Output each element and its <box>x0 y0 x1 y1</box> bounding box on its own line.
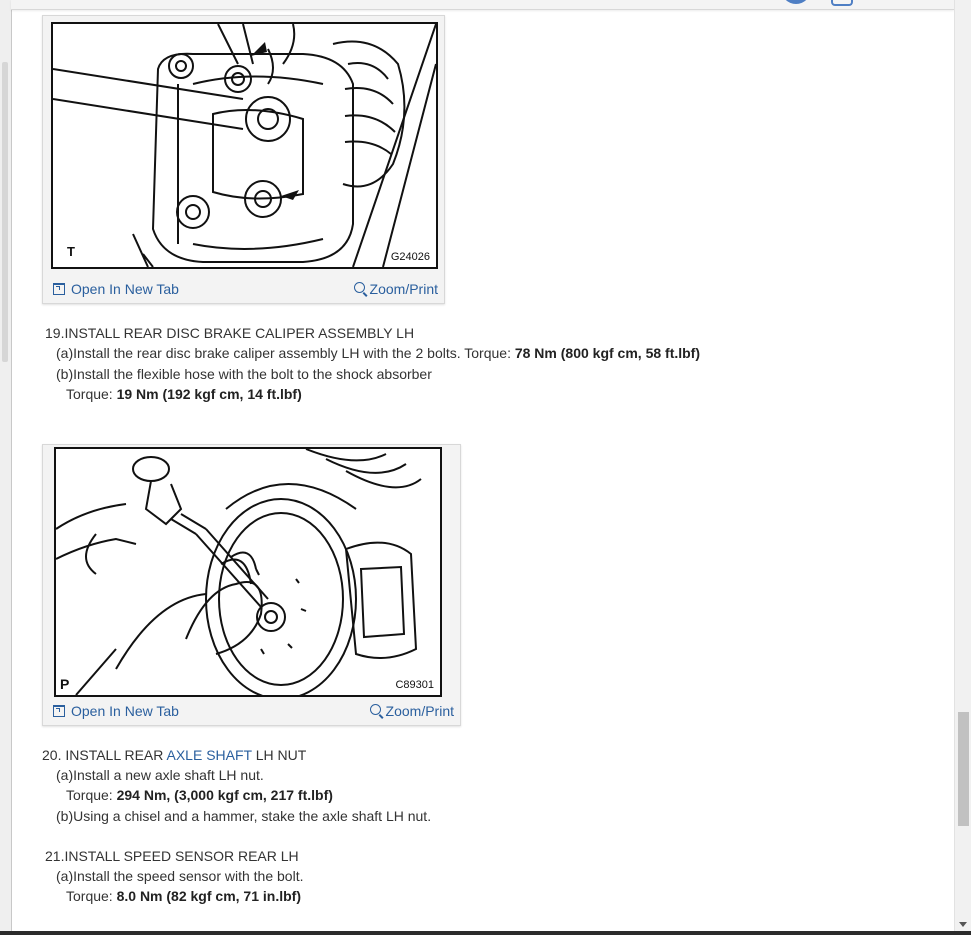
figure-code: C89301 <box>395 679 434 691</box>
step-21-heading: 21.INSTALL SPEED SENSOR REAR LH <box>45 848 299 864</box>
user-avatar-icon[interactable] <box>781 0 811 4</box>
step-20-heading-prefix: 20. INSTALL REAR <box>42 747 167 763</box>
figure-axle-nut: P C89301 Open In New Tab Zoom/Print <box>42 444 461 726</box>
step-19a-torque: 78 Nm (800 kgf cm, 58 ft.lbf) <box>514 345 701 361</box>
open-new-tab-icon <box>53 705 65 717</box>
figure-toolbar: Open In New Tab Zoom/Print <box>43 277 444 303</box>
left-edge-thumb <box>2 62 8 362</box>
caliper-illustration <box>53 24 436 267</box>
scroll-down-arrow-icon[interactable] <box>959 922 967 927</box>
step-19b-torque: 19 Nm (192 kgf cm, 14 ft.lbf) <box>116 386 302 402</box>
open-new-tab-icon <box>53 283 65 295</box>
figure-code: G24026 <box>390 251 430 263</box>
axle-shaft-link[interactable]: AXLE SHAFT <box>167 747 252 763</box>
top-header-remnant <box>11 0 954 10</box>
vertical-scrollbar[interactable] <box>954 0 971 931</box>
open-in-new-tab-link[interactable]: Open In New Tab <box>53 281 179 297</box>
step-19b: (b)Install the flexible hose with the bo… <box>56 366 432 382</box>
zoom-icon <box>353 282 365 293</box>
figure-toolbar: Open In New Tab Zoom/Print <box>43 699 460 725</box>
zoom-print-label: Zoom/Print <box>385 703 454 719</box>
step-20a-torque-label: Torque: <box>66 787 117 803</box>
figure-corner-label: T <box>67 244 75 259</box>
figure-caliper: T G24026 Open In New Tab Zoom/Print <box>42 15 445 304</box>
step-19b-torque-label: Torque: <box>66 386 117 402</box>
step-21a: (a)Install the speed sensor with the bol… <box>56 868 304 884</box>
zoom-print-link[interactable]: Zoom/Print <box>369 703 454 719</box>
step-21a-torque-line: Torque: 8.0 Nm (82 kgf cm, 71 in.lbf) <box>66 887 301 905</box>
figure-caliper-image: T G24026 <box>51 22 438 269</box>
step-21a-torque-label: Torque: <box>66 888 117 904</box>
step-19b-torque-line: Torque: 19 Nm (192 kgf cm, 14 ft.lbf) <box>66 385 302 403</box>
chat-icon[interactable] <box>831 0 853 6</box>
zoom-print-label: Zoom/Print <box>369 281 438 297</box>
step-20b: (b)Using a chisel and a hammer, stake th… <box>56 808 432 824</box>
open-in-new-tab-link[interactable]: Open In New Tab <box>53 703 179 719</box>
step-20a: (a)Install a new axle shaft LH nut. <box>56 767 264 783</box>
figure-axle-nut-image: P C89301 <box>54 447 442 697</box>
figure-corner-label: P <box>60 676 70 692</box>
zoom-icon <box>369 704 381 715</box>
axle-nut-illustration <box>56 449 422 695</box>
step-20-heading-suffix: LH NUT <box>251 747 307 763</box>
step-19a: (a)Install the rear disc brake caliper a… <box>56 344 700 362</box>
step-20a-torque: 294 Nm, (3,000 kgf cm, 217 ft.lbf) <box>116 787 333 803</box>
bottom-window-edge <box>0 931 971 935</box>
open-in-new-tab-label: Open In New Tab <box>71 703 179 719</box>
page-left-edge <box>0 0 12 935</box>
open-in-new-tab-label: Open In New Tab <box>71 281 179 297</box>
step-19a-text: (a)Install the rear disc brake caliper a… <box>56 345 515 361</box>
step-20a-torque-line: Torque: 294 Nm, (3,000 kgf cm, 217 ft.lb… <box>66 786 333 804</box>
step-19-heading: 19.INSTALL REAR DISC BRAKE CALIPER ASSEM… <box>45 325 415 341</box>
zoom-print-link[interactable]: Zoom/Print <box>353 281 438 297</box>
step-20-heading: 20. INSTALL REAR AXLE SHAFT LH NUT <box>42 746 306 764</box>
scrollbar-thumb[interactable] <box>958 712 969 826</box>
step-21a-torque: 8.0 Nm (82 kgf cm, 71 in.lbf) <box>116 888 301 904</box>
